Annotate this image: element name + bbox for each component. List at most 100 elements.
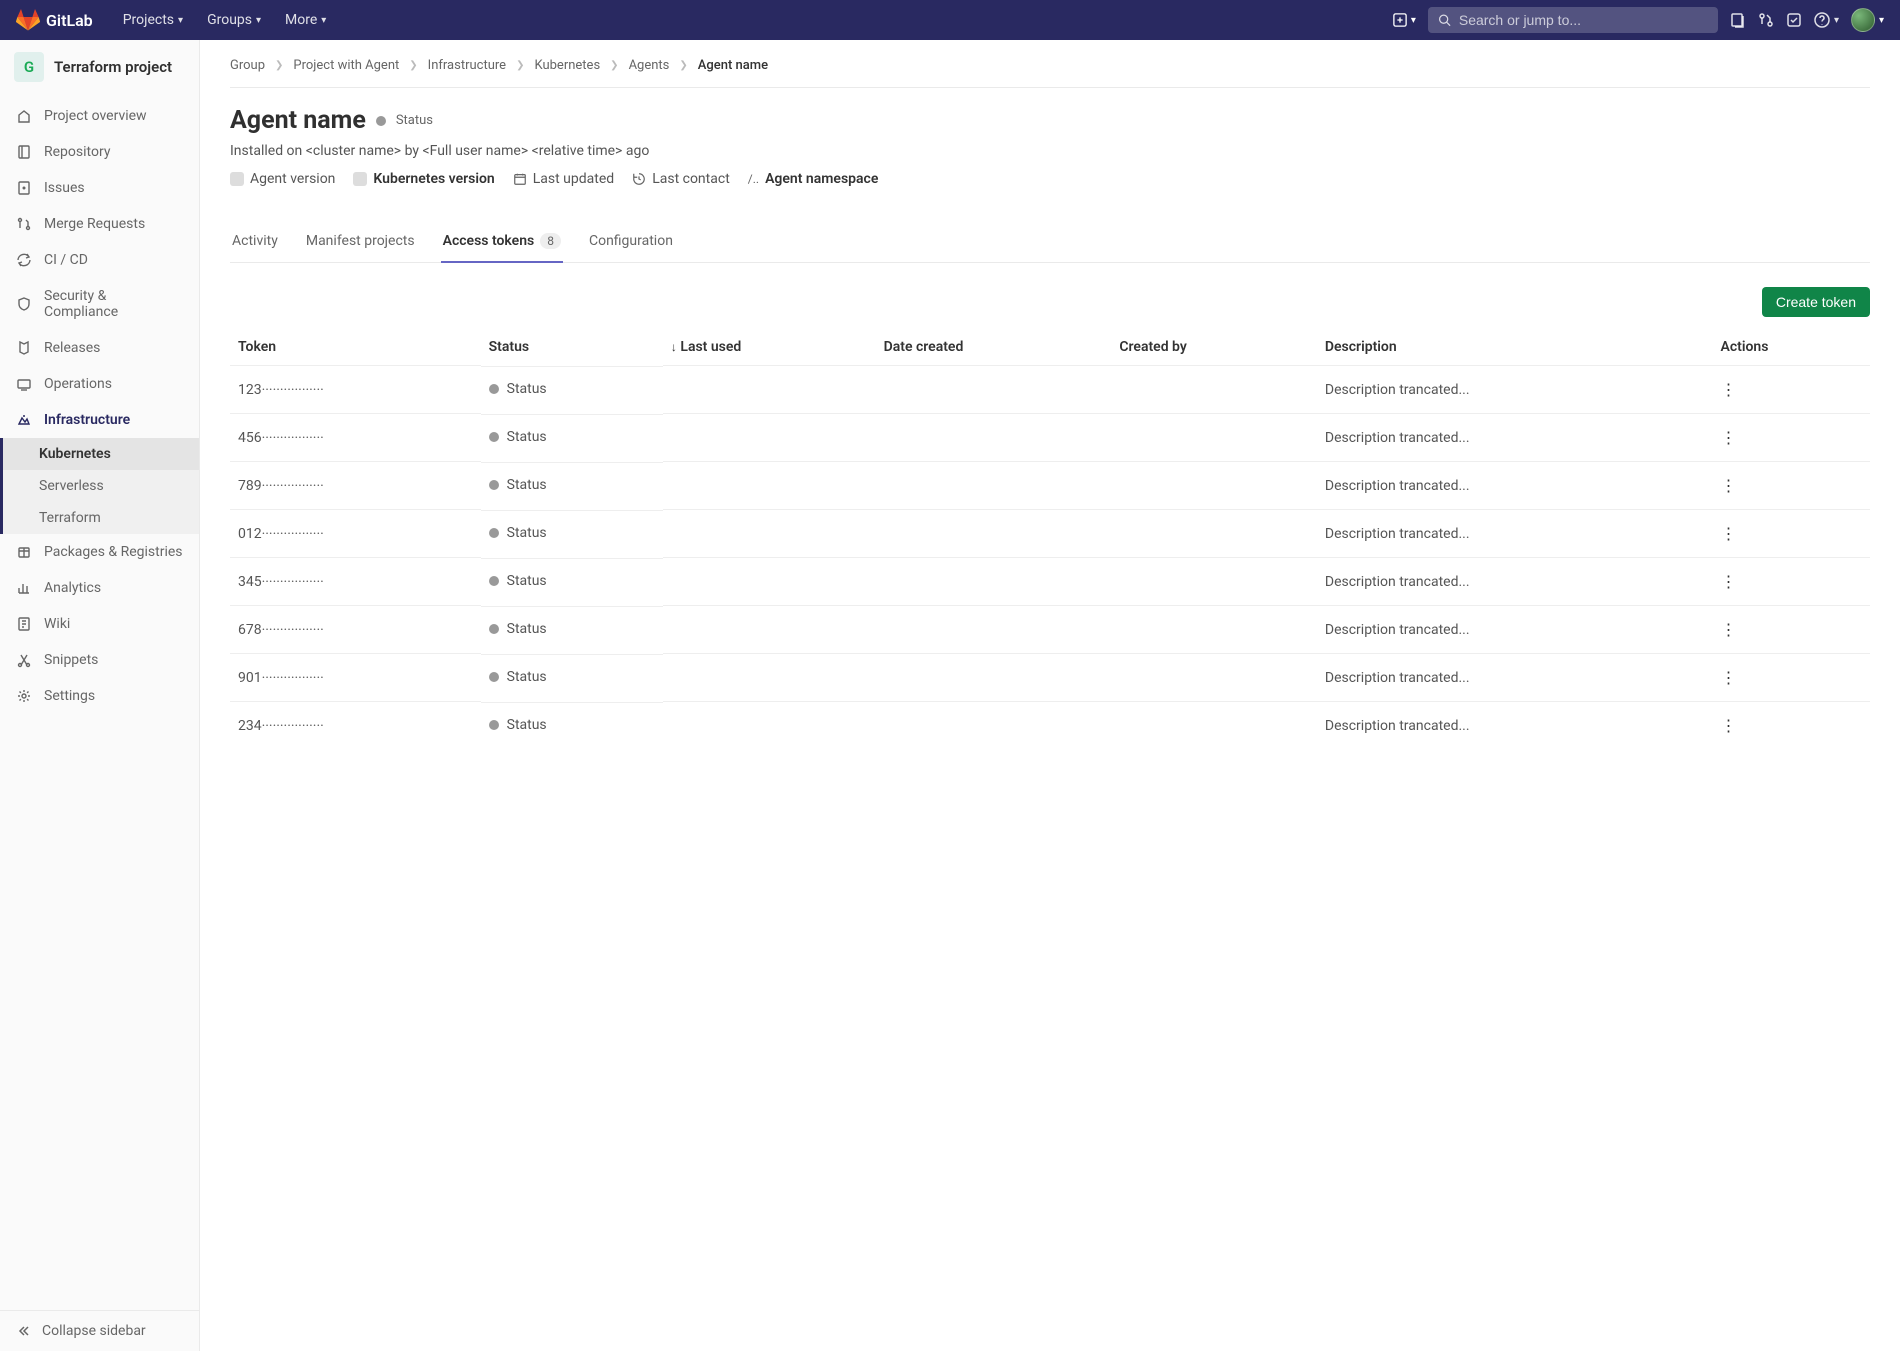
sidebar-item-releases[interactable]: Releases xyxy=(0,330,199,366)
search-icon xyxy=(1438,13,1451,27)
gitlab-logo[interactable]: GitLab xyxy=(16,9,93,31)
sidebar-item-wiki[interactable]: Wiki xyxy=(0,606,199,642)
sidebar-item-label: Project overview xyxy=(44,108,147,124)
breadcrumb-item[interactable]: Infrastructure xyxy=(428,58,506,73)
cell-status: Status xyxy=(481,510,663,555)
collapse-sidebar-button[interactable]: Collapse sidebar xyxy=(0,1310,199,1351)
sidebar-item-issues[interactable]: Issues xyxy=(0,170,199,206)
mr-shortcut-icon[interactable] xyxy=(1758,12,1774,28)
sidebar-item-merge-requests[interactable]: Merge Requests xyxy=(0,206,199,242)
status-dot-icon xyxy=(489,576,499,586)
user-menu[interactable]: ▾ xyxy=(1851,8,1884,32)
install-info: Installed on <cluster name> by <Full use… xyxy=(230,143,1870,159)
nav-projects[interactable]: Projects▾ xyxy=(113,6,193,34)
breadcrumb-item[interactable]: Group xyxy=(230,58,265,73)
cicd-icon xyxy=(16,252,32,268)
sidebar-item-repository[interactable]: Repository xyxy=(0,134,199,170)
column-header[interactable]: Status xyxy=(481,329,663,366)
cell-description: Description trancated... xyxy=(1317,366,1713,414)
sidebar-item-label: Issues xyxy=(44,180,85,196)
column-header[interactable]: Description xyxy=(1317,329,1713,366)
row-actions-button[interactable]: ⋮ xyxy=(1721,668,1736,687)
calendar-icon xyxy=(513,172,527,186)
chevron-right-icon: ❯ xyxy=(409,60,417,71)
row-actions-button[interactable]: ⋮ xyxy=(1721,380,1736,399)
status-dot-icon xyxy=(489,384,499,394)
column-header[interactable]: Date created xyxy=(876,329,1112,366)
cell-created-by xyxy=(1111,702,1317,750)
cell-created-by xyxy=(1111,414,1317,462)
sidebar-project-header[interactable]: G Terraform project xyxy=(0,40,199,94)
search-box[interactable] xyxy=(1428,7,1718,33)
status-dot-icon xyxy=(489,432,499,442)
breadcrumb-item[interactable]: Project with Agent xyxy=(293,58,399,73)
cell-last-used xyxy=(663,510,876,558)
cell-date-created xyxy=(876,606,1112,654)
cell-created-by xyxy=(1111,510,1317,558)
sidebar-subitem-serverless[interactable]: Serverless xyxy=(3,470,199,502)
breadcrumb-item[interactable]: Kubernetes xyxy=(534,58,600,73)
table-row: 678·················StatusDescription tr… xyxy=(230,606,1870,654)
sidebar-item-packages-registries[interactable]: Packages & Registries xyxy=(0,534,199,570)
issues-shortcut-icon[interactable] xyxy=(1730,12,1746,28)
status-dot-icon xyxy=(376,116,386,126)
table-row: 901·················StatusDescription tr… xyxy=(230,654,1870,702)
sidebar-item-label: Settings xyxy=(44,688,95,704)
search-input[interactable] xyxy=(1459,12,1708,28)
page-title: Agent name xyxy=(230,106,366,135)
cell-created-by xyxy=(1111,654,1317,702)
last-contact-chip: Last contact xyxy=(632,171,730,187)
nav-groups[interactable]: Groups▾ xyxy=(197,6,271,34)
row-actions-button[interactable]: ⋮ xyxy=(1721,620,1736,639)
sidebar-item-label: Security & Compliance xyxy=(44,288,183,320)
cell-date-created xyxy=(876,366,1112,414)
sidebar-subitem-terraform[interactable]: Terraform xyxy=(3,502,199,534)
tab-access-tokens[interactable]: Access tokens8 xyxy=(441,221,563,263)
sidebar-item-settings[interactable]: Settings xyxy=(0,678,199,714)
cell-date-created xyxy=(876,462,1112,510)
help-icon[interactable]: ▾ xyxy=(1814,12,1839,28)
sidebar-item-operations[interactable]: Operations xyxy=(0,366,199,402)
sidebar-item-ci-cd[interactable]: CI / CD xyxy=(0,242,199,278)
row-actions-button[interactable]: ⋮ xyxy=(1721,572,1736,591)
column-header[interactable]: Token xyxy=(230,329,481,366)
namespace-chip[interactable]: /..Agent namespace xyxy=(748,171,879,187)
sidebar-item-project-overview[interactable]: Project overview xyxy=(0,98,199,134)
sidebar-item-security-compliance[interactable]: Security & Compliance xyxy=(0,278,199,330)
create-token-button[interactable]: Create token xyxy=(1762,287,1870,317)
row-actions-button[interactable]: ⋮ xyxy=(1721,716,1736,735)
row-actions-button[interactable]: ⋮ xyxy=(1721,476,1736,495)
mr-icon xyxy=(16,216,32,232)
row-actions-button[interactable]: ⋮ xyxy=(1721,428,1736,447)
column-header[interactable]: Actions xyxy=(1713,329,1870,366)
cell-description: Description trancated... xyxy=(1317,462,1713,510)
status-text: Status xyxy=(396,113,433,128)
collapse-icon xyxy=(16,1323,32,1339)
cell-status: Status xyxy=(481,366,663,411)
version-box-icon xyxy=(353,172,367,186)
todos-icon[interactable] xyxy=(1786,12,1802,28)
sidebar-item-analytics[interactable]: Analytics xyxy=(0,570,199,606)
new-menu-button[interactable]: ▾ xyxy=(1393,13,1416,27)
cell-description: Description trancated... xyxy=(1317,558,1713,606)
tab-configuration[interactable]: Configuration xyxy=(587,221,675,263)
chevron-down-icon: ▾ xyxy=(1879,15,1884,26)
chevron-right-icon: ❯ xyxy=(679,60,687,71)
column-header[interactable]: ↓ Last used xyxy=(663,329,876,366)
sidebar-item-infrastructure[interactable]: Infrastructure xyxy=(0,402,199,438)
sidebar-item-snippets[interactable]: Snippets xyxy=(0,642,199,678)
row-actions-button[interactable]: ⋮ xyxy=(1721,524,1736,543)
sidebar-subitem-kubernetes[interactable]: Kubernetes xyxy=(3,438,199,470)
gitlab-icon xyxy=(16,9,40,31)
tab-activity[interactable]: Activity xyxy=(230,221,280,263)
column-header[interactable]: Created by xyxy=(1111,329,1317,366)
brand-text: GitLab xyxy=(46,11,93,30)
nav-more[interactable]: More▾ xyxy=(275,6,336,34)
cell-date-created xyxy=(876,654,1112,702)
k8s-version-chip: Kubernetes version xyxy=(353,171,494,187)
table-row: 456·················StatusDescription tr… xyxy=(230,414,1870,462)
breadcrumb-item[interactable]: Agents xyxy=(629,58,670,73)
tab-manifest-projects[interactable]: Manifest projects xyxy=(304,221,417,263)
cell-date-created xyxy=(876,702,1112,750)
main-content: Group❯Project with Agent❯Infrastructure❯… xyxy=(200,40,1900,1351)
